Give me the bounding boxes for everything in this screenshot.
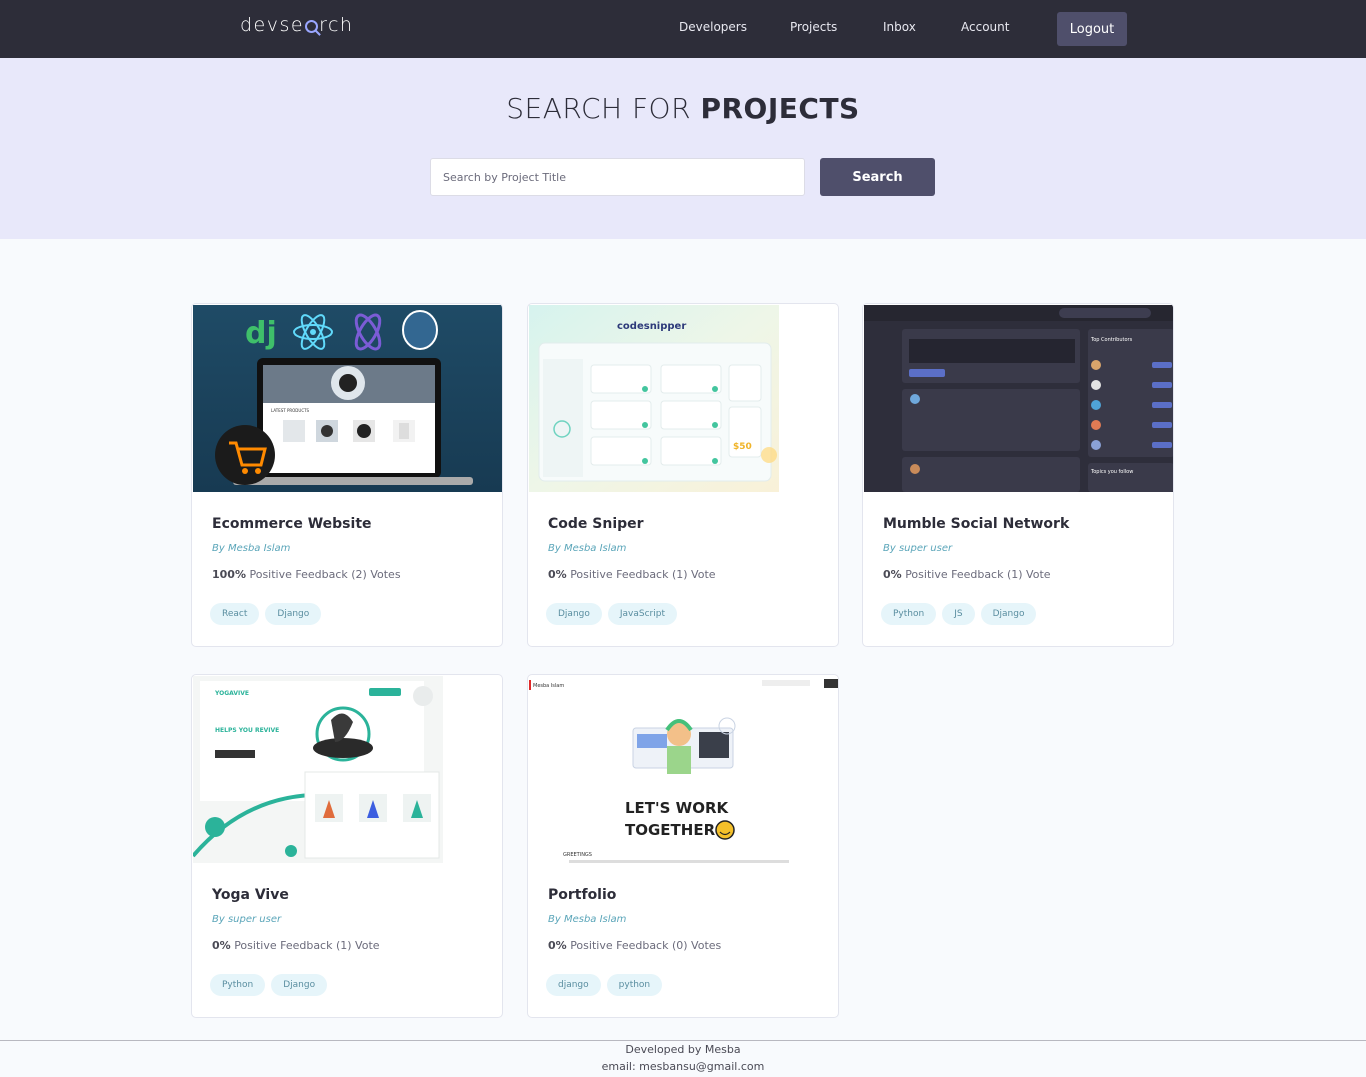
- project-title[interactable]: Ecommerce Website: [212, 516, 372, 532]
- project-feedback: 100% Positive Feedback (2) Votes: [212, 568, 401, 581]
- tag-list: Python JS Django: [881, 603, 1037, 625]
- top-contributors-label: Top Contributors: [1090, 337, 1133, 343]
- tag-react[interactable]: React: [210, 603, 260, 625]
- project-card-portfolio[interactable]: Mesba Islam LET'S WORK TOGETHER GREETING…: [527, 674, 839, 1018]
- project-author[interactable]: By Mesba Islam: [548, 543, 626, 554]
- together-text: TOGETHER: [625, 821, 716, 839]
- footer-credit: Developed by Mesba: [625, 1043, 741, 1056]
- tag-js[interactable]: JS: [942, 603, 975, 625]
- project-feedback: 0% Positive Feedback (1) Vote: [883, 568, 1051, 581]
- project-title[interactable]: Code Sniper: [548, 516, 644, 532]
- helps-you-revive-text: HELPS YOU REVIVE: [215, 727, 279, 734]
- nav-projects[interactable]: Projects: [790, 20, 837, 34]
- logo-text-right: rch: [319, 14, 354, 36]
- project-thumbnail: codesnipper $50: [529, 305, 779, 492]
- footer-email: email: mesbansu@gmail.com: [601, 1060, 765, 1073]
- tag-python[interactable]: python: [606, 974, 663, 996]
- greetings-text: GREETINGS: [563, 852, 592, 858]
- feedback-percent: 100%: [212, 568, 246, 581]
- feedback-percent: 0%: [883, 568, 902, 581]
- project-thumbnail: YOGAVIVE HELPS YOU REVIVE: [193, 676, 443, 863]
- project-feedback: 0% Positive Feedback (1) Vote: [548, 568, 716, 581]
- search-button[interactable]: Search: [820, 158, 935, 196]
- magnifier-icon: [305, 19, 319, 33]
- logo-text-left: devse: [240, 14, 305, 36]
- codesnipper-heading: codesnipper: [617, 321, 686, 332]
- tag-list: Django JavaScript: [546, 603, 677, 625]
- top-navbar: devse rch Developers Projects Inbox Acco…: [0, 0, 1366, 58]
- tag-python[interactable]: Python: [210, 974, 266, 996]
- latest-products-label: LATEST PRODUCTS: [271, 408, 310, 413]
- tag-list: React Django: [210, 603, 322, 625]
- project-card-code-sniper[interactable]: codesnipper $50 Code Sniper By Mesba Isl…: [527, 303, 839, 647]
- logout-button[interactable]: Logout: [1057, 12, 1127, 46]
- project-title[interactable]: Portfolio: [548, 887, 616, 903]
- tag-django[interactable]: Django: [271, 974, 328, 996]
- project-thumbnail: Top Contributors Topics you follow: [864, 305, 1173, 492]
- project-title[interactable]: Yoga Vive: [212, 887, 289, 903]
- feedback-text: Positive Feedback (1) Vote: [570, 568, 716, 581]
- tag-list: Python Django: [210, 974, 328, 996]
- project-author[interactable]: By Mesba Islam: [548, 914, 626, 925]
- title-light: SEARCH FOR: [506, 92, 692, 125]
- yogavive-logo-text: YOGAVIVE: [214, 690, 249, 697]
- title-bold: PROJECTS: [700, 92, 860, 125]
- project-card-yoga-vive[interactable]: YOGAVIVE HELPS YOU REVIVE Yoga Vive By s…: [191, 674, 503, 1018]
- yogavive-screenshot: YOGAVIVE HELPS YOU REVIVE: [193, 676, 443, 863]
- page-title: SEARCH FOR PROJECTS: [0, 92, 1366, 125]
- feedback-text: Positive Feedback (1) Vote: [905, 568, 1051, 581]
- feedback-percent: 0%: [212, 939, 231, 952]
- mumble-screenshot: Top Contributors Topics you follow: [864, 305, 1173, 492]
- feedback-text: Positive Feedback (0) Votes: [570, 939, 722, 952]
- search-input[interactable]: [430, 158, 805, 196]
- project-feedback: 0% Positive Feedback (0) Votes: [548, 939, 721, 952]
- tag-django[interactable]: Django: [980, 603, 1037, 625]
- devsearch-logo[interactable]: devse rch: [240, 14, 353, 36]
- topics-follow-label: Topics you follow: [1090, 469, 1133, 475]
- tag-django[interactable]: Django: [546, 603, 602, 625]
- feedback-percent: 0%: [548, 568, 567, 581]
- tag-list: django python: [546, 974, 663, 996]
- django-logo-text: dj: [245, 316, 277, 351]
- portfolio-screenshot: Mesba Islam LET'S WORK TOGETHER GREETING…: [529, 676, 838, 863]
- project-card-mumble[interactable]: Top Contributors Topics you follow Mumbl…: [862, 303, 1174, 647]
- tag-django[interactable]: Django: [265, 603, 322, 625]
- project-feedback: 0% Positive Feedback (1) Vote: [212, 939, 380, 952]
- price-label: $50: [733, 442, 752, 452]
- project-title[interactable]: Mumble Social Network: [883, 516, 1069, 532]
- ecommerce-screenshot: dj LATEST PRODUCTS: [193, 305, 502, 492]
- nav-inbox[interactable]: Inbox: [883, 20, 916, 34]
- project-thumbnail: Mesba Islam LET'S WORK TOGETHER GREETING…: [529, 676, 838, 863]
- page-footer: Developed by Mesba email: mesbansu@gmail…: [0, 1040, 1366, 1077]
- tag-python[interactable]: Python: [881, 603, 937, 625]
- feedback-percent: 0%: [548, 939, 567, 952]
- nav-account[interactable]: Account: [961, 20, 1009, 34]
- tag-django[interactable]: django: [546, 974, 601, 996]
- feedback-text: Positive Feedback (2) Votes: [249, 568, 401, 581]
- feedback-text: Positive Feedback (1) Vote: [234, 939, 380, 952]
- project-thumbnail: dj LATEST PRODUCTS: [193, 305, 502, 492]
- project-card-ecommerce[interactable]: dj LATEST PRODUCTS Ecommerce Website By …: [191, 303, 503, 647]
- tag-javascript[interactable]: JavaScript: [607, 603, 677, 625]
- project-author[interactable]: By super user: [883, 543, 952, 554]
- project-author[interactable]: By super user: [212, 914, 281, 925]
- codesnipper-screenshot: codesnipper $50: [529, 305, 779, 492]
- lets-work-text: LET'S WORK: [625, 799, 730, 817]
- search-hero: SEARCH FOR PROJECTS Search: [0, 58, 1366, 239]
- portfolio-brand-text: Mesba Islam: [533, 683, 564, 689]
- project-author[interactable]: By Mesba Islam: [212, 543, 290, 554]
- nav-developers[interactable]: Developers: [679, 20, 747, 34]
